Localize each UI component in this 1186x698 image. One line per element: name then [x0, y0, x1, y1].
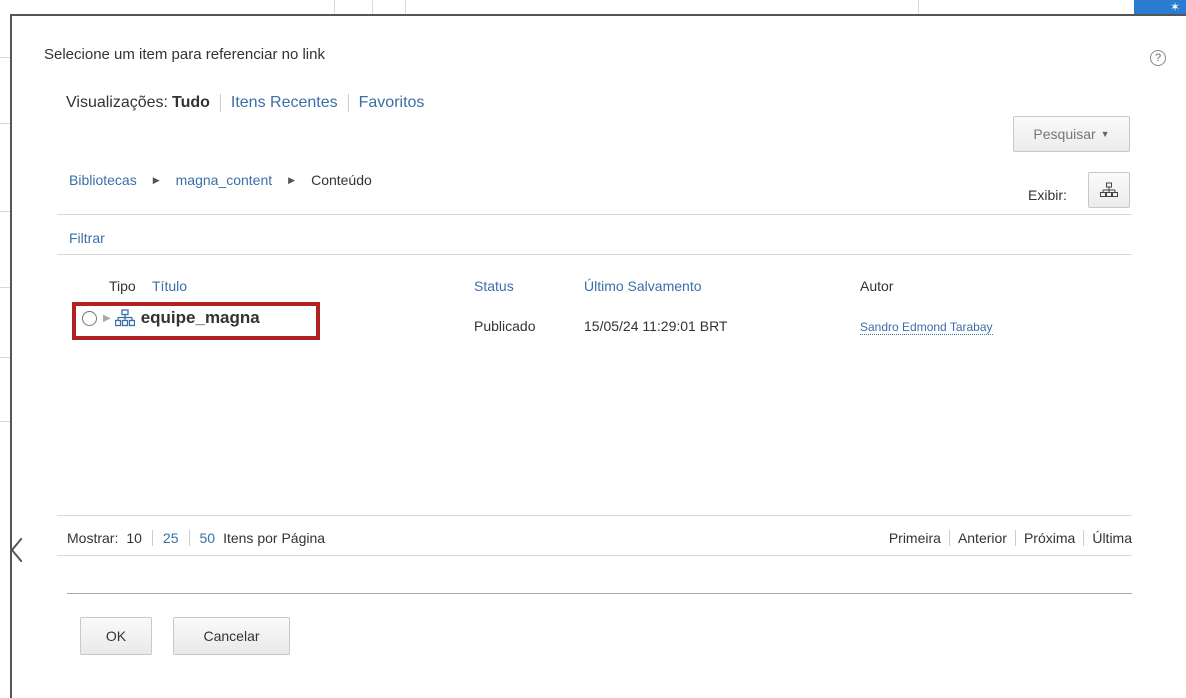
breadcrumb: Bibliotecas ▶ magna_content ▶ Conteúdo	[69, 172, 372, 188]
page-next[interactable]: Próxima	[1024, 530, 1075, 546]
cancel-button[interactable]: Cancelar	[173, 617, 290, 655]
tree-view-icon	[1100, 182, 1118, 197]
breadcrumb-arrow-icon: ▶	[288, 174, 296, 185]
highlight-box	[72, 302, 320, 340]
filter-link[interactable]: Filtrar	[69, 230, 105, 246]
views-label: Visualizações:	[66, 94, 168, 111]
column-header-title[interactable]: Título	[152, 278, 187, 294]
view-tab-recent[interactable]: Itens Recentes	[231, 94, 338, 112]
background-grid-line	[918, 0, 919, 14]
breadcrumb-arrow-icon: ▶	[152, 174, 160, 185]
divider	[57, 254, 1132, 255]
pager-separator	[188, 530, 190, 546]
display-label: Exibir:	[1028, 187, 1067, 203]
breadcrumb-item-libraries[interactable]: Bibliotecas	[69, 172, 137, 188]
column-header-author: Autor	[860, 278, 894, 294]
pager-separator	[1014, 530, 1016, 546]
divider	[57, 555, 1132, 556]
divider	[57, 515, 1132, 516]
page-size-10[interactable]: 10	[126, 530, 142, 546]
pager-separator	[1083, 530, 1085, 546]
pager-separator	[151, 530, 153, 546]
background-grid-line	[372, 0, 373, 14]
per-page-label: Itens por Página	[223, 530, 326, 546]
views-separator	[219, 94, 221, 112]
page-size-25[interactable]: 25	[163, 530, 179, 546]
item-author-link[interactable]: Sandro Edmond Tarabay	[860, 320, 993, 335]
search-button-label: Pesquisar	[1033, 126, 1096, 142]
item-status: Publicado	[474, 318, 536, 334]
page-size-50[interactable]: 50	[200, 530, 216, 546]
page-size-selector: Mostrar: 10 25 50 Itens por Página	[67, 530, 325, 546]
views-bar: Visualizações: Tudo Itens Recentes Favor…	[66, 94, 424, 112]
page-last[interactable]: Última	[1092, 530, 1132, 546]
link-reference-dialog: Selecione um item para referenciar no li…	[10, 14, 1186, 698]
page-first[interactable]: Primeira	[889, 530, 941, 546]
breadcrumb-item-magna-content[interactable]: magna_content	[176, 172, 273, 188]
ok-button[interactable]: OK	[80, 617, 152, 655]
view-tab-all[interactable]: Tudo	[172, 94, 210, 112]
dialog-title: Selecione um item para referenciar no li…	[44, 46, 325, 63]
show-label: Mostrar:	[67, 530, 119, 546]
item-last-saved: 15/05/24 11:29:01 BRT	[584, 318, 728, 334]
pagination: Primeira Anterior Próxima Última	[889, 530, 1132, 546]
caret-down-icon: ▼	[1100, 129, 1110, 139]
views-separator	[347, 94, 349, 112]
view-tab-favorites[interactable]: Favoritos	[359, 94, 425, 112]
background-grid-line	[405, 0, 406, 14]
help-icon[interactable]: ?	[1150, 50, 1166, 66]
divider	[57, 214, 1132, 215]
tree-view-button[interactable]	[1088, 172, 1130, 208]
pager-separator	[948, 530, 950, 546]
column-header-last-saved[interactable]: Último Salvamento	[584, 278, 702, 294]
background-grid-line	[334, 0, 335, 14]
page-previous[interactable]: Anterior	[958, 530, 1007, 546]
column-header-type: Tipo	[109, 278, 136, 294]
search-button[interactable]: Pesquisar ▼	[1013, 116, 1130, 152]
divider	[67, 593, 1132, 594]
column-header-status[interactable]: Status	[474, 278, 514, 294]
dialog-pointer	[10, 538, 22, 562]
breadcrumb-item-content: Conteúdo	[311, 172, 372, 188]
